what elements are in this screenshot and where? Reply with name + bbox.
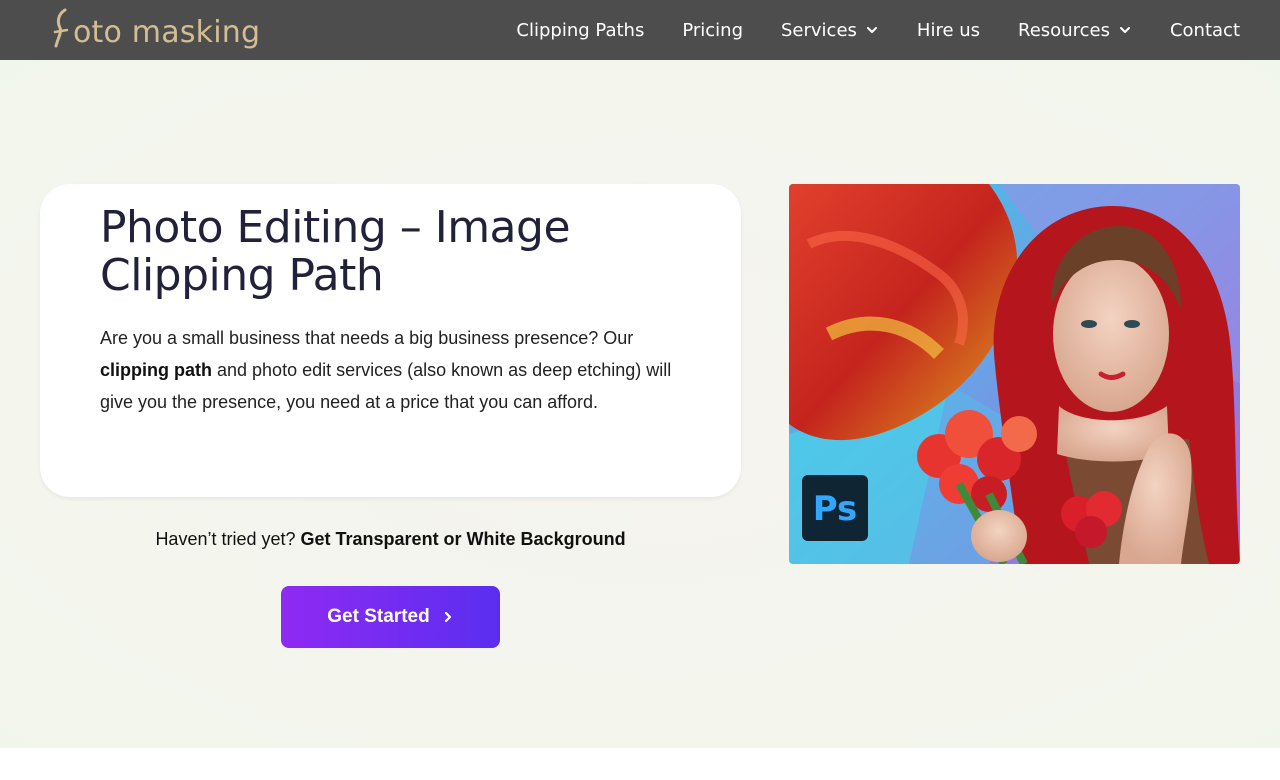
photoshop-icon: Ps <box>813 489 858 529</box>
nav-item-resources[interactable]: Resources <box>1018 20 1132 41</box>
nav-label: Contact <box>1169 19 1240 41</box>
clipping-path-highlight: clipping path <box>100 360 212 380</box>
hero-photo: Ps <box>789 184 1240 564</box>
hero-card: Photo Editing – Image Clipping Path Are … <box>40 184 741 497</box>
nav-label: Hire us <box>916 19 981 41</box>
nav-item-clipping-paths[interactable]: Clipping Paths <box>516 20 644 41</box>
hero-tagline: Haven’t tried yet? Get Transparent or Wh… <box>40 529 741 550</box>
chevron-right-icon <box>444 611 451 623</box>
page-title: Photo Editing – Image Clipping Path <box>100 202 571 301</box>
desc-text-1: Are you a small business that needs a bi… <box>100 328 634 348</box>
f-swirl-icon <box>52 8 72 54</box>
nav-item-hire-us[interactable]: Hire us <box>917 20 980 41</box>
logo-text: oto masking <box>73 15 261 50</box>
get-started-button[interactable]: Get Started <box>281 586 500 648</box>
hero-description: Are you a small business that needs a bi… <box>100 322 681 418</box>
nav-item-pricing[interactable]: Pricing <box>682 20 743 41</box>
chevron-down-icon <box>866 27 877 33</box>
page-bottom-strip <box>0 748 1280 780</box>
top-navbar: oto masking Clipping Paths Pricing Servi… <box>0 0 1280 60</box>
nav-item-services[interactable]: Services <box>781 20 879 41</box>
hero-section: Photo Editing – Image Clipping Path Are … <box>0 60 1280 748</box>
site-logo[interactable]: oto masking <box>52 6 260 54</box>
tagline-bold: Get Transparent or White Background <box>300 529 626 549</box>
nav-label: Services <box>781 19 857 41</box>
nav-label: Resources <box>1018 19 1110 41</box>
chevron-down-icon <box>1119 27 1130 33</box>
main-nav: Clipping Paths Pricing Services Hire us … <box>516 0 1240 60</box>
tagline-prefix: Haven’t tried yet? <box>155 529 301 549</box>
cta-label: Get Started <box>327 606 430 627</box>
nav-label: Pricing <box>682 19 743 41</box>
nav-label: Clipping Paths <box>516 19 645 41</box>
nav-item-contact[interactable]: Contact <box>1170 20 1240 41</box>
